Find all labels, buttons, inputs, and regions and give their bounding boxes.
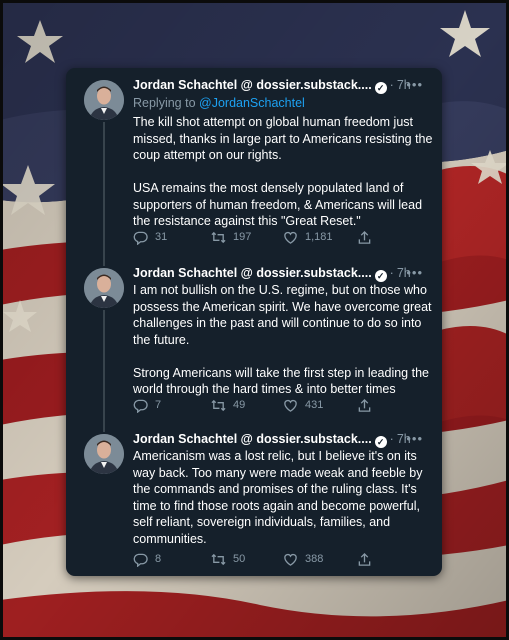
author-name[interactable]: Jordan Schachtel @ dossier.substack.... [133, 432, 372, 446]
reply-button[interactable]: 8 [133, 550, 161, 568]
retweet-count: 50 [233, 553, 246, 565]
retweet-count: 49 [233, 399, 246, 411]
tweet-1[interactable]: Jordan Schachtel @ dossier.substack.... ✓… [66, 68, 442, 254]
avatar[interactable] [84, 434, 124, 474]
heart-icon [284, 553, 297, 566]
retweet-count: 197 [233, 231, 252, 243]
thread-connector-line [103, 254, 105, 266]
verified-badge-icon: ✓ [374, 436, 387, 448]
replying-to-label: Replying to [133, 96, 200, 110]
tweet-actions: 31 197 1,181 [133, 228, 433, 246]
avatar[interactable] [84, 80, 124, 120]
share-icon [358, 552, 371, 566]
like-button[interactable]: 431 [283, 396, 323, 414]
reply-button[interactable]: 31 [133, 228, 167, 246]
retweet-button[interactable]: 49 [211, 396, 245, 414]
share-button[interactable] [357, 228, 379, 246]
like-button[interactable]: 388 [283, 550, 323, 568]
tweet-3[interactable]: Jordan Schachtel @ dossier.substack.... ✓… [66, 420, 442, 576]
share-icon [358, 398, 371, 412]
heart-icon [284, 231, 297, 244]
more-options-icon[interactable]: ••• [406, 76, 423, 94]
reply-count: 7 [155, 399, 162, 411]
retweet-icon [211, 399, 226, 411]
reply-count: 31 [155, 231, 168, 243]
tweet-header: Jordan Schachtel @ dossier.substack.... ✓… [133, 264, 423, 282]
like-count: 388 [305, 553, 324, 565]
share-button[interactable] [357, 550, 379, 568]
replying-to-handle-link[interactable]: @JordanSchachtel [199, 96, 305, 110]
tweet-header: Jordan Schachtel @ dossier.substack.... ✓… [133, 430, 423, 448]
like-count: 431 [305, 399, 324, 411]
tweet-header: Jordan Schachtel @ dossier.substack.... ✓… [133, 76, 423, 94]
reply-icon [133, 399, 148, 413]
heart-icon [284, 399, 297, 412]
tweet-text: The kill shot attempt on global human fr… [133, 115, 433, 228]
thread-connector-line [103, 310, 105, 420]
share-icon [358, 230, 371, 244]
thread-connector-line [103, 420, 105, 432]
like-count: 1,181 [305, 231, 333, 243]
verified-badge-icon: ✓ [374, 270, 387, 282]
retweet-button[interactable]: 50 [211, 550, 245, 568]
tweet-text: I am not bullish on the U.S. regime, but… [133, 283, 432, 396]
tweet-2-actions: 7 49 431 [133, 396, 433, 414]
reply-icon [133, 553, 148, 567]
reply-count: 8 [155, 553, 162, 565]
reply-button[interactable]: 7 [133, 396, 161, 414]
tweet-actions: 8 50 388 [133, 550, 433, 568]
retweet-icon [211, 231, 226, 243]
tweet-thread-card: Jordan Schachtel @ dossier.substack.... ✓… [66, 68, 442, 576]
verified-badge-icon: ✓ [374, 82, 387, 94]
like-button[interactable]: 1,181 [283, 228, 333, 246]
more-options-icon[interactable]: ••• [406, 264, 423, 282]
thread-connector-line [103, 122, 105, 254]
replying-to: Replying to @JordanSchachtel [133, 96, 305, 110]
tweet-text: Americanism was a lost relic, but I beli… [133, 449, 423, 546]
more-options-icon[interactable]: ••• [406, 430, 423, 448]
avatar[interactable] [84, 268, 124, 308]
reply-icon [133, 231, 148, 245]
share-button[interactable] [357, 396, 379, 414]
author-name[interactable]: Jordan Schachtel @ dossier.substack.... [133, 78, 372, 92]
retweet-icon [211, 553, 226, 565]
retweet-button[interactable]: 197 [211, 228, 251, 246]
author-name[interactable]: Jordan Schachtel @ dossier.substack.... [133, 266, 372, 280]
